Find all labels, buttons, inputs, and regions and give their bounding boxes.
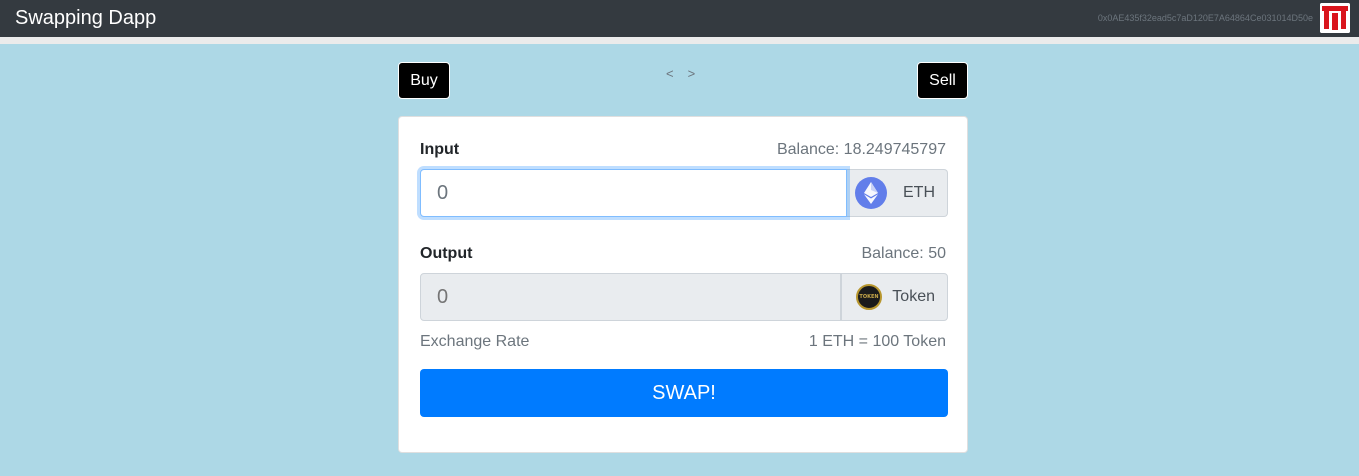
output-balance: Balance: 50 (861, 245, 946, 262)
output-amount-field (420, 273, 841, 321)
brand-title[interactable]: Swapping Dapp (15, 6, 156, 30)
exchange-rate-value: 1 ETH = 100 Token (808, 333, 946, 350)
output-currency: Token (892, 288, 935, 305)
output-label: Output (420, 245, 473, 262)
navbar-underline (0, 37, 1359, 44)
sell-button[interactable]: Sell (917, 62, 968, 99)
eth-addon: ETH (847, 169, 948, 217)
identicon-avatar-icon (1320, 3, 1350, 33)
output-group: TOKEN Token (420, 273, 948, 321)
swap-card: Input Balance: 18.249745797 ETH Output B… (398, 116, 968, 453)
account-address: 0x0AE435f32ead5c7aD120E7A64864Ce031014D5… (1097, 13, 1313, 23)
input-amount-field[interactable] (420, 169, 847, 217)
token-icon: TOKEN (856, 284, 882, 310)
ethereum-icon (855, 177, 887, 209)
input-group: ETH (420, 169, 948, 217)
navbar: Swapping Dapp 0x0AE435f32ead5c7aD120E7A6… (0, 0, 1359, 37)
chevron-left-icon[interactable]: < (666, 66, 674, 82)
input-label: Input (420, 141, 460, 158)
input-balance: Balance: 18.249745797 (776, 141, 946, 158)
buy-button[interactable]: Buy (398, 62, 450, 99)
chevron-right-icon[interactable]: > (688, 66, 696, 82)
swap-button[interactable]: SWAP! (420, 369, 948, 417)
input-currency: ETH (903, 184, 935, 201)
toggle-arrows: < > (666, 66, 695, 82)
exchange-rate-label: Exchange Rate (420, 333, 530, 350)
token-addon: TOKEN Token (841, 273, 948, 321)
